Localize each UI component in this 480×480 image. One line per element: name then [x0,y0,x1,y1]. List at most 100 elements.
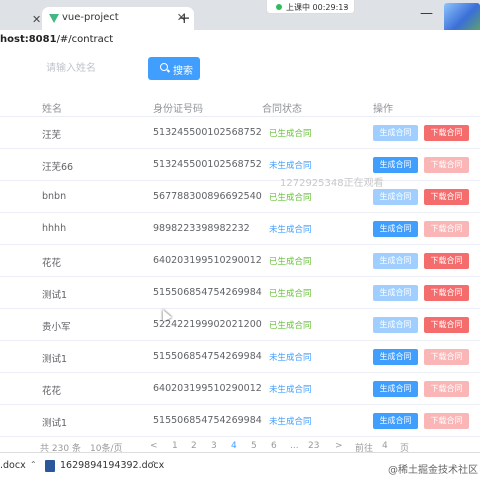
generate-contract-button[interactable]: 生成合同 [373,221,418,237]
live-dot-icon [276,4,282,10]
generate-contract-button[interactable]: 生成合同 [373,253,418,269]
source-credit: @稀土掘金技术社区 [388,465,478,476]
page-5[interactable]: 5 [251,441,257,451]
download-contract-button[interactable]: 下载合同 [424,413,469,429]
row-contract-status: 已生成合同 [269,193,312,203]
download-contract-button[interactable]: 下载合同 [424,125,469,141]
download-contract-button[interactable]: 下载合同 [424,221,469,237]
download-contract-button[interactable]: 下载合同 [424,285,469,301]
header-id-number: 身份证号码 [153,104,203,115]
generate-contract-button[interactable]: 生成合同 [373,125,418,141]
table-row: 贵小军 522422199902021200 已生成合同 生成合同 下载合同 [0,309,480,341]
page-3[interactable]: 3 [211,441,217,451]
header-contract-status: 合同状态 [262,104,302,115]
url-path: /#/contract [56,34,114,45]
page-6[interactable]: 6 [271,441,277,451]
table-row: 花花 640203199510290012 已生成合同 生成合同 下载合同 [0,245,480,277]
row-name: 汪芜66 [42,162,74,173]
row-contract-status: 未生成合同 [269,161,312,171]
row-contract-status: 已生成合同 [269,129,312,139]
name-search-input[interactable] [38,57,138,79]
row-id-number: 513245500102568752 [153,127,262,138]
table-row: 花花 640203199510290012 未生成合同 生成合同 下载合同 [0,373,480,405]
row-id-number: 567788300896692540 [153,191,262,202]
viewer-watermark: 1272925348正在观看 [280,178,384,189]
meeting-status-pill[interactable]: 上课中 00:29:13 ⌄ [266,0,355,14]
row-name: 花花 [42,386,62,397]
table-row: 汪芜 513245500102568752 已生成合同 生成合同 下载合同 [0,117,480,149]
generate-contract-button[interactable]: 生成合同 [373,317,418,333]
next-page-button[interactable]: > [335,441,343,451]
table-row: 汪芜66 513245500102568752 未生成合同 生成合同 下载合同 [0,149,480,181]
search-icon [160,63,168,71]
chevron-up-icon[interactable]: ⌃ [30,460,37,469]
row-contract-status: 未生成合同 [269,385,312,395]
row-id-number: 640203199510290012 [153,383,262,394]
row-name: 花花 [42,258,62,269]
download-item-partial[interactable]: .docx [0,460,26,471]
download-contract-button[interactable]: 下载合同 [424,253,469,269]
page-2[interactable]: 2 [191,441,197,451]
generate-contract-button[interactable]: 生成合同 [373,285,418,301]
table-row: 测试1 515506854754269984 未生成合同 生成合同 下载合同 [0,341,480,373]
row-contract-status: 已生成合同 [269,257,312,267]
vue-logo-icon [49,14,59,23]
page-1[interactable]: 1 [172,441,178,451]
row-id-number: 515506854754269984 [153,351,262,362]
download-contract-button[interactable]: 下载合同 [424,349,469,365]
prev-page-button[interactable]: < [150,441,158,451]
table-row: hhhh 9898223398982232 未生成合同 生成合同 下载合同 [0,213,480,245]
search-button-label: 搜索 [173,66,193,77]
browser-tab-strip: ✕ vue-project ✕ + 上课中 00:29:13 ⌄ — [0,0,480,30]
table-row: bnbn 567788300896692540 已生成合同 生成合同 下载合同 [0,181,480,213]
generate-contract-button[interactable]: 生成合同 [373,349,418,365]
table-row: 测试1 515506854754269984 已生成合同 生成合同 下载合同 [0,277,480,309]
page-ellipsis[interactable]: ... [290,441,299,451]
row-name: 汪芜 [42,130,62,141]
header-name: 姓名 [42,104,62,115]
row-contract-status: 已生成合同 [269,321,312,331]
tab-vue-project[interactable]: vue-project ✕ [42,7,194,30]
row-id-number: 9898223398982232 [153,223,250,234]
row-id-number: 640203199510290012 [153,255,262,266]
row-contract-status: 未生成合同 [269,225,312,235]
download-contract-button[interactable]: 下载合同 [424,157,469,173]
row-contract-status: 已生成合同 [269,289,312,299]
table-row: 测试1 515506854754269984 未生成合同 生成合同 下载合同 [0,405,480,437]
header-actions: 操作 [373,104,393,115]
goto-page-input[interactable]: 4 [382,441,388,451]
address-bar[interactable]: host:8081/#/contract [0,30,480,50]
generate-contract-button[interactable]: 生成合同 [373,157,418,173]
row-contract-status: 未生成合同 [269,353,312,363]
search-button[interactable]: 搜索 [148,57,200,80]
row-name: 测试1 [42,290,68,301]
download-item-filename[interactable]: 1629894194392.docx [60,460,164,471]
word-document-icon [45,460,55,472]
tab-title: vue-project [62,12,119,23]
meeting-status-text: 上课中 00:29:13 [286,3,349,12]
page-4[interactable]: 4 [231,441,237,451]
page-23[interactable]: 23 [308,441,319,451]
generate-contract-button[interactable]: 生成合同 [373,381,418,397]
chevron-up-icon[interactable]: ⌃ [150,460,157,469]
previous-tab-close-icon[interactable]: ✕ [32,13,41,26]
row-name: bnbn [42,191,67,202]
row-name: 测试1 [42,354,68,365]
row-contract-status: 未生成合同 [269,417,312,427]
new-tab-button[interactable]: + [178,9,191,27]
download-contract-button[interactable]: 下载合同 [424,189,469,205]
chevron-down-icon[interactable]: ⌄ [342,1,349,10]
download-contract-button[interactable]: 下载合同 [424,317,469,333]
row-id-number: 515506854754269984 [153,287,262,298]
row-name: hhhh [42,223,67,234]
row-id-number: 522422199902021200 [153,319,262,330]
row-id-number: 515506854754269984 [153,415,262,426]
row-name: 测试1 [42,418,68,429]
generate-contract-button[interactable]: 生成合同 [373,413,418,429]
url-text: host:8081/#/contract [0,34,113,45]
download-contract-button[interactable]: 下载合同 [424,381,469,397]
minimize-button[interactable]: — [420,6,433,21]
url-host: host:8081 [0,34,57,45]
generate-contract-button[interactable]: 生成合同 [373,189,418,205]
row-id-number: 513245500102568752 [153,159,262,170]
